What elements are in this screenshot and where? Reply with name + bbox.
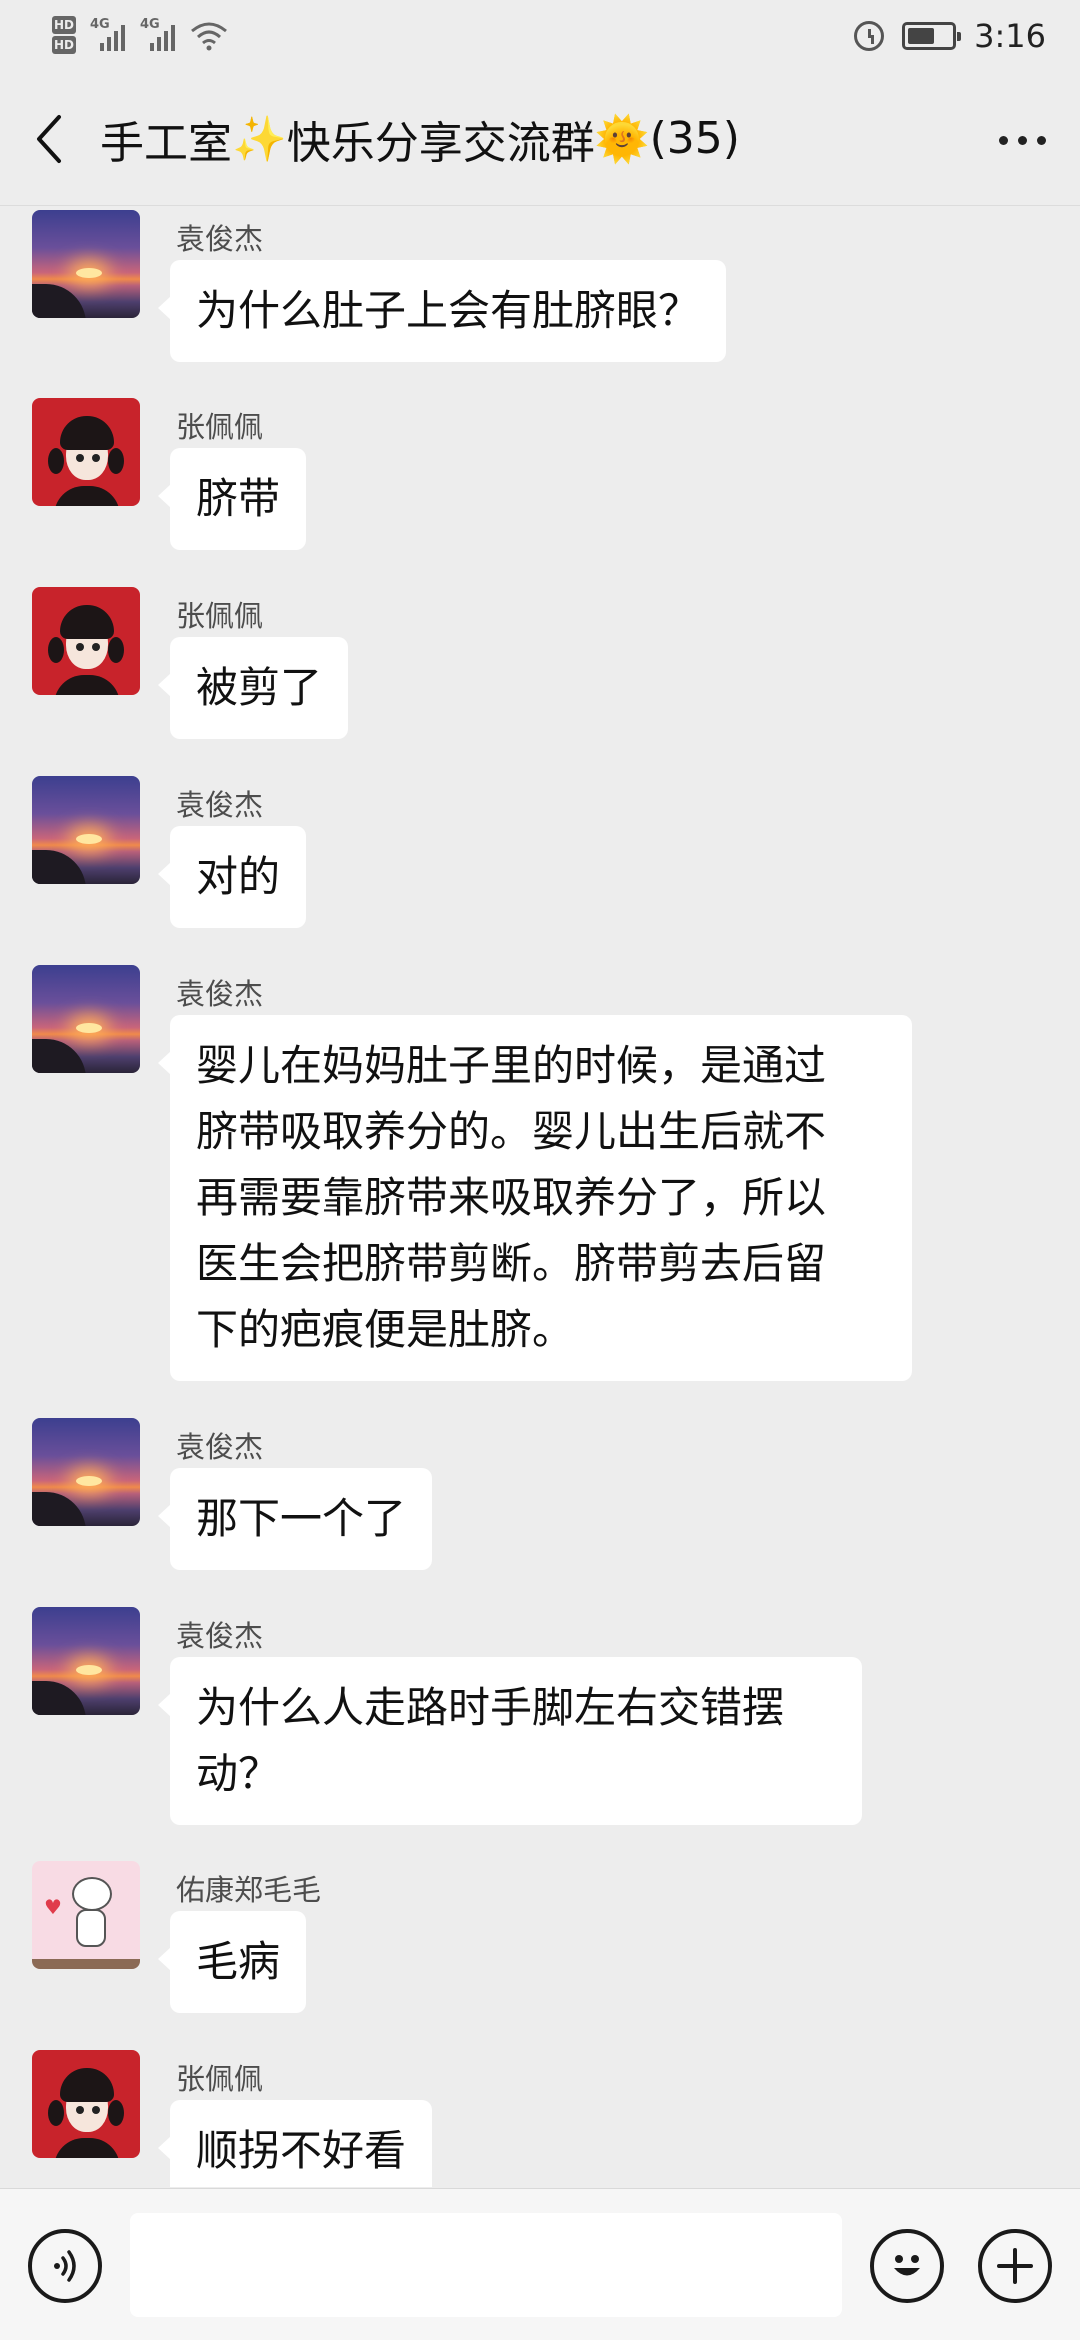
battery-icon — [902, 22, 962, 50]
message-line: 再需要靠脐带来吸取养分了，所以 — [196, 1173, 827, 1222]
voice-icon — [54, 2250, 76, 2282]
chat-header: 手工室 ✨ 快乐分享交流群 🌞 (35) — [0, 72, 1080, 206]
avatar-sunset[interactable] — [32, 1607, 140, 1715]
sender-name: 张佩佩 — [176, 2062, 264, 2096]
chevron-left-icon — [37, 114, 61, 163]
message-bubble[interactable]: 婴儿在妈妈肚子里的时候，是通过 脐带吸取养分的。婴儿出生后就不 再需要靠脐带来吸… — [158, 1015, 912, 1381]
sun-icon: 🌞 — [594, 113, 650, 165]
message-line: 动？ — [196, 1749, 281, 1798]
avatar-girl[interactable] — [32, 587, 140, 695]
message-line: 为什么人走路时手脚左右交错摆 — [196, 1683, 785, 1732]
back-button[interactable] — [0, 72, 100, 206]
sender-name: 袁俊杰 — [176, 222, 264, 256]
clock: 3:16 — [974, 17, 1046, 55]
message-item: 张佩佩 顺拐不好看 — [0, 2050, 1080, 2187]
group-title: 手工室 ✨ 快乐分享交流群 🌞 (35) — [100, 107, 740, 171]
message-item: 袁俊杰 为什么肚子上会有肚脐眼？ — [0, 210, 1080, 362]
avatar-sunset[interactable] — [32, 965, 140, 1073]
avatar-girl[interactable] — [32, 398, 140, 506]
avatar-sunset[interactable] — [32, 776, 140, 884]
message-item: 袁俊杰 对的 — [0, 776, 1080, 928]
alarm-icon — [854, 21, 885, 51]
emoji-icon — [894, 2255, 920, 2276]
message-bubble[interactable]: 对的 — [157, 826, 307, 928]
input-bar — [0, 2188, 1080, 2340]
message-line: 脐带吸取养分的。婴儿出生后就不 — [196, 1107, 827, 1156]
hd-badge-1: HD — [52, 16, 77, 34]
message-item: 袁俊杰 那下一个了 — [0, 1418, 1080, 1570]
message-bubble[interactable]: 为什么肚子上会有肚脐眼？ — [157, 260, 727, 362]
sim1-label: 4G — [90, 17, 110, 32]
message-line: 医生会把脐带剪断。脐带剪去后留 — [196, 1239, 827, 1288]
sender-name: 张佩佩 — [176, 410, 264, 444]
message-bubble[interactable]: 顺拐不好看 — [157, 2100, 433, 2187]
message-input[interactable] — [130, 2213, 842, 2317]
message-bubble[interactable]: 为什么人走路时手脚左右交错摆 动？ — [158, 1657, 862, 1825]
sender-name: 张佩佩 — [176, 599, 264, 633]
avatar-sunset[interactable] — [32, 1418, 140, 1526]
avatar-sunset[interactable] — [32, 210, 140, 318]
voice-button[interactable] — [28, 2229, 102, 2303]
message-item: 张佩佩 脐带 — [0, 398, 1080, 550]
sparkles-icon: ✨ — [232, 113, 287, 165]
member-count: (35) — [649, 113, 740, 164]
sender-name: 佑康郑毛毛 — [176, 1873, 322, 1907]
message-bubble[interactable]: 被剪了 — [157, 637, 349, 739]
sender-name: 袁俊杰 — [176, 1430, 264, 1464]
signal-icon: 4G — [140, 17, 176, 51]
message-item: 袁俊杰 婴儿在妈妈肚子里的时候，是通过 脐带吸取养分的。婴儿出生后就不 再需要靠… — [0, 965, 1080, 1381]
message-item: 张佩佩 被剪了 — [0, 587, 1080, 739]
message-line: 下的疤痕便是肚脐。 — [196, 1305, 575, 1354]
signal-icon: 4G — [90, 17, 126, 51]
wifi-icon — [191, 22, 227, 51]
message-bubble[interactable]: 脐带 — [157, 448, 307, 550]
sender-name: 袁俊杰 — [176, 788, 264, 822]
sender-name: 袁俊杰 — [176, 977, 264, 1011]
avatar-girl[interactable] — [32, 2050, 140, 2158]
message-line: 婴儿在妈妈肚子里的时候，是通过 — [196, 1041, 827, 1090]
plus-icon — [997, 2248, 1033, 2284]
message-list[interactable]: 袁俊杰 为什么肚子上会有肚脐眼？ 张佩佩 脐带 张佩佩 被剪了 袁俊杰 对的 袁… — [0, 207, 1080, 2187]
message-bubble[interactable]: 毛病 — [157, 1911, 307, 2013]
hd-badge-2: HD — [52, 36, 77, 54]
status-bar: HD HD 4G 4G 3:16 — [0, 0, 1080, 72]
title-text-1: 手工室 — [100, 117, 232, 169]
message-item: 袁俊杰 为什么人走路时手脚左右交错摆 动？ — [0, 1607, 1080, 1825]
hd-badges: HD HD — [52, 16, 77, 56]
emoji-button[interactable] — [870, 2229, 944, 2303]
sender-name: 袁俊杰 — [176, 1619, 264, 1653]
status-left: HD HD 4G 4G — [52, 16, 228, 56]
sim2-label: 4G — [140, 17, 160, 32]
more-options-button[interactable] — [992, 112, 1052, 168]
message-bubble[interactable]: 那下一个了 — [157, 1468, 433, 1570]
message-item: ♥ 佑康郑毛毛 毛病 — [0, 1861, 1080, 2013]
plus-button[interactable] — [978, 2229, 1052, 2303]
title-text-2: 快乐分享交流群 — [286, 117, 595, 169]
avatar-cartoon[interactable]: ♥ — [32, 1861, 140, 1969]
more-dots-icon — [998, 135, 1008, 145]
status-right: 3:16 — [854, 17, 1046, 55]
